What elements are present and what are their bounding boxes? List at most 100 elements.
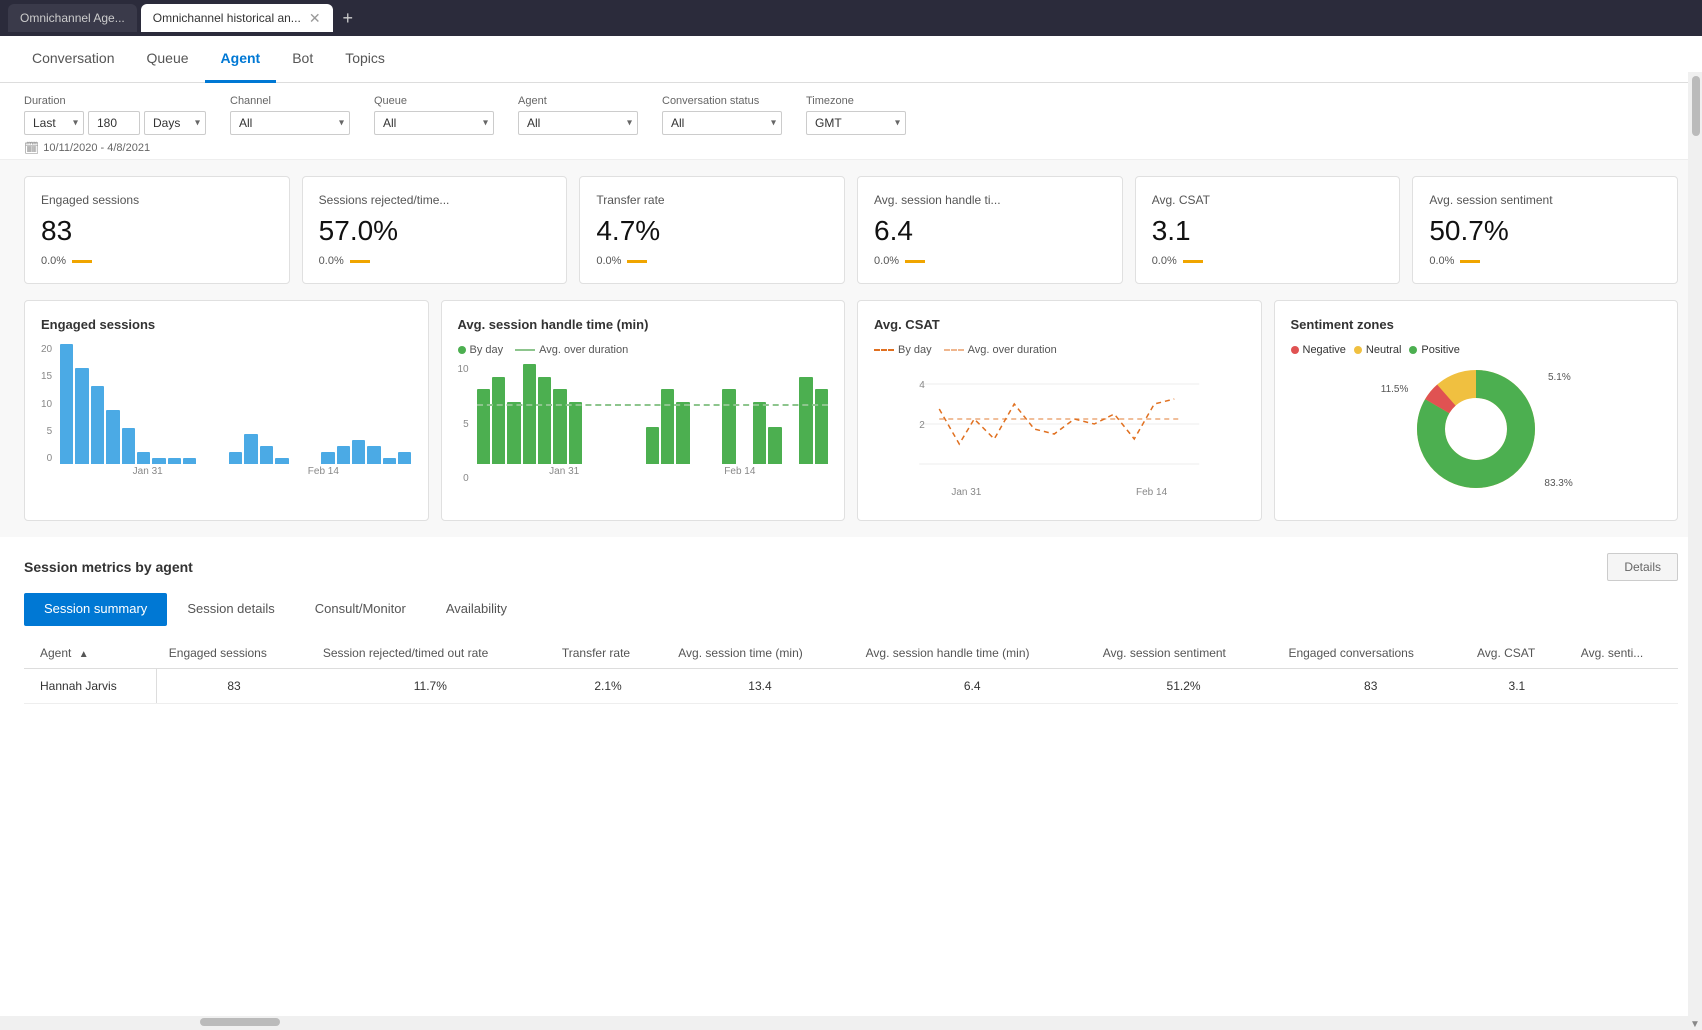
charts-section: Engaged sessions 20 15 10 5 0 Jan 31 bbox=[0, 300, 1702, 537]
browser-tab-1[interactable]: Omnichannel Age... bbox=[8, 4, 137, 32]
nav-tabs: Conversation Queue Agent Bot Topics bbox=[0, 36, 1702, 83]
kpi-bar-2 bbox=[627, 260, 647, 263]
donut-container: 5.1% 11.5% 83.3% bbox=[1291, 364, 1662, 497]
close-tab2-icon[interactable]: ✕ bbox=[309, 10, 321, 27]
duration-preset-select[interactable]: Last bbox=[24, 111, 84, 135]
engaged-bar bbox=[229, 452, 242, 464]
kpi-card-engaged-sessions: Engaged sessions 83 0.0% bbox=[24, 176, 290, 284]
scrollbar-bottom[interactable] bbox=[0, 1016, 1688, 1030]
agent-filter: Agent All bbox=[518, 95, 638, 135]
channel-filter: Channel All bbox=[230, 95, 350, 135]
cell-engaged-sessions: 83 bbox=[157, 669, 311, 704]
kpi-card-transfer-rate: Transfer rate 4.7% 0.0% bbox=[579, 176, 845, 284]
kpi-bar-4 bbox=[1183, 260, 1203, 263]
nav-tab-agent[interactable]: Agent bbox=[205, 36, 277, 83]
session-metrics-header: Session metrics by agent Details bbox=[24, 553, 1678, 581]
tab2-label: Omnichannel historical an... bbox=[153, 11, 301, 25]
kpi-value-2: 4.7% bbox=[596, 215, 828, 247]
col-avg-session-time: Avg. session time (min) bbox=[666, 638, 853, 669]
engaged-bar bbox=[106, 410, 119, 464]
engaged-bar bbox=[91, 386, 104, 464]
chart-engaged-sessions: Engaged sessions 20 15 10 5 0 Jan 31 bbox=[24, 300, 429, 521]
timezone-select[interactable]: GMT bbox=[806, 111, 906, 135]
handle-time-bar bbox=[676, 402, 689, 465]
filters-bar: Duration Last Days bbox=[0, 83, 1702, 160]
avg-handle-time-legend: By day Avg. over duration bbox=[458, 344, 829, 356]
col-avg-sentiment-truncated: Avg. senti... bbox=[1569, 638, 1678, 669]
kpi-title-4: Avg. CSAT bbox=[1152, 193, 1384, 207]
kpi-bar-3 bbox=[905, 260, 925, 263]
channel-select[interactable]: All bbox=[230, 111, 350, 135]
kpi-title-5: Avg. session sentiment bbox=[1429, 193, 1661, 207]
conversation-status-select[interactable]: All bbox=[662, 111, 782, 135]
duration-unit-select[interactable]: Days bbox=[144, 111, 206, 135]
chart-avg-handle-time: Avg. session handle time (min) By day Av… bbox=[441, 300, 846, 521]
agent-select[interactable]: All bbox=[518, 111, 638, 135]
details-button[interactable]: Details bbox=[1607, 553, 1678, 581]
csat-legend-avg-dash bbox=[944, 349, 964, 351]
donut-svg bbox=[1411, 364, 1541, 494]
scrollbar-thumb-bottom[interactable] bbox=[200, 1018, 280, 1026]
queue-label: Queue bbox=[374, 95, 494, 107]
new-tab-button[interactable]: + bbox=[337, 8, 360, 29]
nav-tab-topics[interactable]: Topics bbox=[329, 36, 401, 83]
engaged-bar bbox=[367, 446, 380, 464]
tab1-label: Omnichannel Age... bbox=[20, 11, 125, 25]
engaged-bar bbox=[152, 458, 165, 464]
kpi-value-5: 50.7% bbox=[1429, 215, 1661, 247]
queue-select[interactable]: All bbox=[374, 111, 494, 135]
kpi-change-0: 0.0% bbox=[41, 255, 66, 267]
sub-tab-availability[interactable]: Availability bbox=[426, 593, 527, 626]
avg-csat-chart-area: 4 2 Jan 31 Feb 14 bbox=[874, 364, 1245, 504]
conversation-status-label: Conversation status bbox=[662, 95, 782, 107]
engaged-sessions-x-labels: Jan 31 Feb 14 bbox=[60, 466, 411, 477]
chart-avg-handle-time-title: Avg. session handle time (min) bbox=[458, 317, 829, 332]
kpi-change-2: 0.0% bbox=[596, 255, 621, 267]
kpi-card-avg-handle-time: Avg. session handle ti... 6.4 0.0% bbox=[857, 176, 1123, 284]
col-engaged-sessions: Engaged sessions bbox=[157, 638, 311, 669]
table-row: Hannah Jarvis 83 11.7% 2.1% 13.4 6.4 51.… bbox=[24, 669, 1678, 704]
sub-tab-session-details[interactable]: Session details bbox=[167, 593, 294, 626]
date-range-text: 10/11/2020 - 4/8/2021 bbox=[43, 142, 150, 154]
kpi-change-5: 0.0% bbox=[1429, 255, 1454, 267]
engaged-bar bbox=[260, 446, 273, 464]
handle-time-bar bbox=[661, 389, 674, 464]
scrollbar-down-arrow[interactable]: ▼ bbox=[1688, 1019, 1702, 1030]
kpi-value-3: 6.4 bbox=[874, 215, 1106, 247]
cell-avg-csat: 3.1 bbox=[1465, 669, 1569, 704]
chart-engaged-sessions-title: Engaged sessions bbox=[41, 317, 412, 332]
calendar-icon: 🗓 bbox=[24, 141, 39, 155]
avg-handle-time-bars bbox=[477, 364, 828, 464]
kpi-bar-5 bbox=[1460, 260, 1480, 263]
sort-icon-agent[interactable]: ▲ bbox=[79, 649, 89, 660]
duration-value-input[interactable] bbox=[88, 111, 140, 135]
handle-time-bar bbox=[492, 377, 505, 465]
sub-tab-session-summary[interactable]: Session summary bbox=[24, 593, 167, 626]
nav-tab-bot[interactable]: Bot bbox=[276, 36, 329, 83]
kpi-change-4: 0.0% bbox=[1152, 255, 1177, 267]
cell-session-rejected-rate: 11.7% bbox=[311, 669, 550, 704]
conversation-status-filter: Conversation status All bbox=[662, 95, 782, 135]
engaged-sessions-y-axis: 20 15 10 5 0 bbox=[41, 344, 56, 464]
sub-tab-consult-monitor[interactable]: Consult/Monitor bbox=[295, 593, 426, 626]
negative-pct-label: 5.1% bbox=[1548, 372, 1571, 383]
col-engaged-conversations: Engaged conversations bbox=[1276, 638, 1465, 669]
table-header-row: Agent ▲ Engaged sessions Session rejecte… bbox=[24, 638, 1678, 669]
chart-avg-csat-title: Avg. CSAT bbox=[874, 317, 1245, 332]
handle-time-bar bbox=[477, 389, 490, 464]
handle-time-bar bbox=[538, 377, 551, 465]
handle-time-bar bbox=[799, 377, 812, 465]
csat-legend-by-day-dash bbox=[874, 349, 894, 351]
svg-text:2: 2 bbox=[919, 420, 925, 431]
kpi-footer-4: 0.0% bbox=[1152, 255, 1384, 267]
browser-tab-2[interactable]: Omnichannel historical an... ✕ bbox=[141, 4, 333, 32]
engaged-bar bbox=[122, 428, 135, 464]
avg-handle-time-x-labels: Jan 31 Feb 14 bbox=[477, 466, 828, 477]
nav-tab-conversation[interactable]: Conversation bbox=[16, 36, 131, 83]
scrollbar-thumb-right[interactable] bbox=[1692, 76, 1700, 136]
queue-filter: Queue All bbox=[374, 95, 494, 135]
nav-tab-queue[interactable]: Queue bbox=[131, 36, 205, 83]
handle-time-bar bbox=[722, 389, 735, 464]
scrollbar-right[interactable]: ▼ bbox=[1688, 72, 1702, 1030]
legend-by-day-dot bbox=[458, 346, 466, 354]
